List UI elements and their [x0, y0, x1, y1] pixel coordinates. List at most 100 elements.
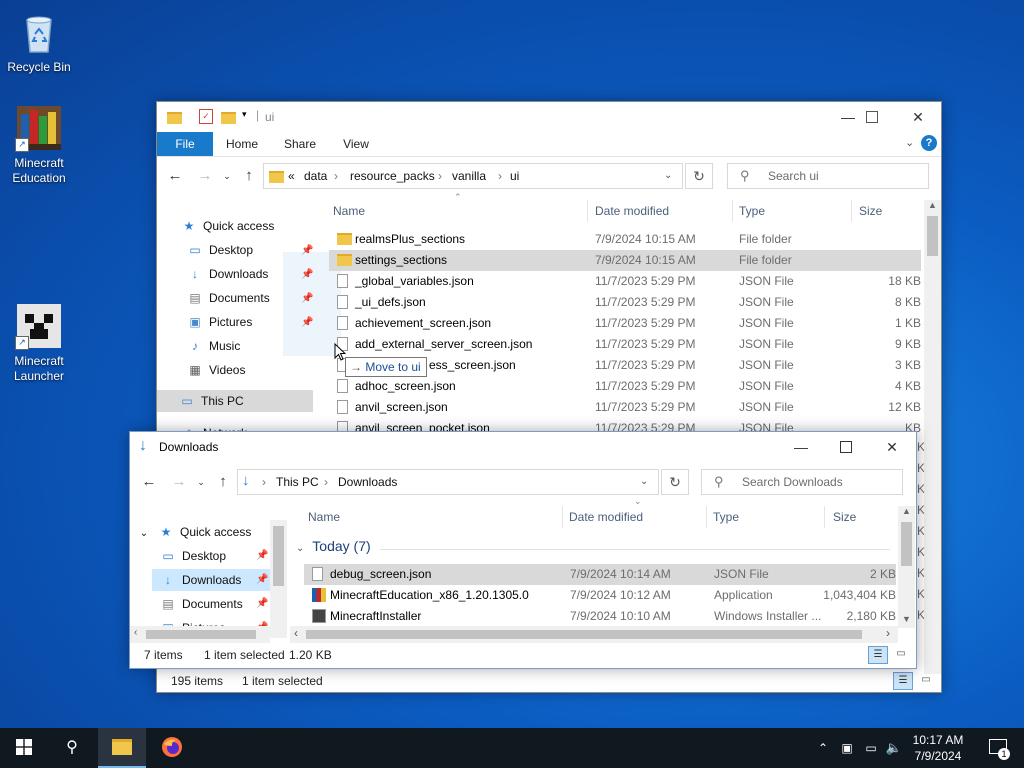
scroll-up-arrow-icon[interactable]: ▲	[928, 200, 937, 210]
tab-file[interactable]: File	[157, 132, 213, 156]
breadcrumb-vanilla[interactable]: vanilla	[452, 164, 486, 188]
scroll-right-arrow-icon[interactable]: ›	[886, 626, 890, 640]
search-box[interactable]: ⚲ Search Downloads	[701, 469, 903, 495]
new-folder-icon[interactable]	[221, 111, 236, 125]
help-icon[interactable]: ?	[921, 135, 937, 151]
breadcrumb-ui[interactable]: ui	[510, 164, 519, 188]
clock[interactable]: 10:17 AM 7/9/2024	[906, 728, 970, 768]
table-row[interactable]: MinecraftInstaller 7/9/2024 10:10 AM Windo…	[304, 606, 896, 627]
scroll-thumb[interactable]	[273, 526, 284, 586]
column-size[interactable]: Size	[859, 199, 882, 223]
desktop-icon-minecraft-launcher[interactable]: ↗ Minecraft Launcher	[1, 302, 77, 384]
address-dropdown-icon[interactable]: ⌄	[664, 164, 672, 188]
up-arrow-icon[interactable]: ↑	[239, 166, 259, 186]
explorer-window-downloads[interactable]: ↓ Downloads — ✕ ← → ⌄ ↑ ↓ › This PC › Do…	[129, 431, 917, 669]
scroll-thumb[interactable]	[146, 630, 256, 639]
search-input[interactable]: Search ui	[768, 164, 819, 188]
table-row[interactable]: _ui_defs.json 11/7/2023 5:29 PM JSON File 8…	[329, 292, 921, 313]
nav-downloads[interactable]: ↓ Downloads	[152, 569, 270, 591]
up-arrow-icon[interactable]: ↑	[213, 472, 233, 492]
nav-documents[interactable]: ▤ Documents	[160, 593, 242, 615]
maximize-button[interactable]	[823, 432, 869, 462]
nav-quick-access[interactable]: ★ Quick access	[181, 215, 275, 237]
quick-access-dropdown-icon[interactable]: ▾	[242, 109, 247, 120]
nav-this-pc[interactable]: ▭ This PC	[157, 390, 313, 412]
desktop-icon-recycle-bin[interactable]: Recycle Bin	[1, 8, 77, 75]
nav-downloads[interactable]: ↓ Downloads	[187, 263, 268, 285]
details-view-icon[interactable]: ☰	[868, 646, 888, 664]
breadcrumb-downloads[interactable]: Downloads	[338, 470, 397, 494]
table-row[interactable]: achievement_screen.json 11/7/2023 5:29 PM…	[329, 313, 921, 334]
scroll-left-arrow-icon[interactable]: ‹	[134, 627, 137, 638]
tab-view[interactable]: View	[333, 132, 379, 156]
refresh-button[interactable]: ↻	[685, 163, 713, 189]
table-row[interactable]: _global_variables.json 11/7/2023 5:29 PM J…	[329, 271, 921, 292]
table-row[interactable]: anvil_screen.json 11/7/2023 5:29 PM JSON F…	[329, 397, 921, 418]
column-date-modified[interactable]: Date modified	[595, 199, 669, 223]
recent-locations-chevron-icon[interactable]: ⌄	[217, 166, 237, 186]
table-row[interactable]: add_external_server_screen.json 11/7/2023…	[329, 334, 921, 355]
nav-desktop[interactable]: ▭ Desktop	[160, 545, 226, 567]
refresh-button[interactable]: ↻	[661, 469, 689, 495]
address-bar[interactable]: ↓ › This PC › Downloads ⌄	[237, 469, 659, 495]
back-arrow-icon[interactable]: ←	[139, 472, 159, 492]
vertical-scrollbar[interactable]: ▲	[924, 200, 941, 674]
volume-muted-icon[interactable]: 🔈	[884, 728, 904, 768]
details-view-icon[interactable]: ☰	[893, 672, 913, 690]
table-row[interactable]: realmsPlus_sections 7/9/2024 10:15 AM File…	[329, 229, 921, 250]
nav-music[interactable]: ♪ Music	[187, 335, 240, 357]
nav-videos[interactable]: ▦ Videos	[187, 359, 245, 381]
expand-ribbon-icon[interactable]: ⌄	[905, 136, 914, 149]
large-icons-view-icon[interactable]: ▭	[892, 646, 910, 662]
column-size[interactable]: Size	[833, 505, 856, 529]
forward-arrow-icon[interactable]: →	[195, 166, 215, 186]
scroll-thumb[interactable]	[901, 522, 912, 566]
search-box[interactable]: ⚲ Search ui	[727, 163, 929, 189]
properties-icon[interactable]: ✓	[199, 109, 213, 124]
search-input[interactable]: Search Downloads	[742, 470, 843, 494]
breadcrumb-resource-packs[interactable]: resource_packs	[350, 164, 435, 188]
start-button[interactable]	[0, 728, 48, 768]
taskbar-firefox[interactable]	[148, 728, 196, 768]
address-dropdown-icon[interactable]: ⌄	[640, 470, 648, 494]
maximize-button[interactable]	[849, 102, 895, 132]
scroll-thumb[interactable]	[306, 630, 862, 639]
taskbar-file-explorer[interactable]	[98, 728, 146, 768]
column-date-modified[interactable]: Date modified	[569, 505, 643, 529]
column-name[interactable]: Name	[333, 199, 365, 223]
tab-share[interactable]: Share	[277, 132, 323, 156]
breadcrumb-this-pc[interactable]: This PC	[276, 470, 319, 494]
nav-desktop[interactable]: ▭ Desktop	[187, 239, 253, 261]
breadcrumb-data[interactable]: data	[304, 164, 327, 188]
table-row[interactable]: MinecraftEducation_x86_1.20.1305.0 7/9/20…	[304, 585, 896, 606]
desktop-icon-minecraft-education[interactable]: ↗ Minecraft Education	[1, 104, 77, 186]
forward-arrow-icon[interactable]: →	[169, 472, 189, 492]
table-row[interactable]: debug_screen.json 7/9/2024 10:14 AM JSON F…	[304, 564, 896, 585]
table-row[interactable]: adhoc_screen.json 11/7/2023 5:29 PM JSON F…	[329, 376, 921, 397]
network-icon[interactable]: ▭	[862, 728, 880, 768]
breadcrumb-overflow[interactable]: «	[288, 164, 295, 188]
nav-documents[interactable]: ▤ Documents	[187, 287, 269, 309]
nav-horizontal-scrollbar[interactable]: ‹	[130, 626, 270, 643]
vertical-scrollbar[interactable]: ▲ ▼	[898, 506, 915, 628]
recent-locations-chevron-icon[interactable]: ⌄	[191, 472, 211, 492]
title-bar[interactable]: ✓ ▾ | ui — ✕	[157, 102, 941, 132]
horizontal-scrollbar[interactable]: ‹ ›	[290, 626, 898, 643]
column-name[interactable]: Name	[308, 505, 340, 529]
show-hidden-icons-chevron-icon[interactable]: ⌃	[814, 728, 832, 768]
close-button[interactable]: ✕	[895, 102, 941, 132]
nav-pictures[interactable]: ▣Pictures	[187, 311, 252, 333]
back-arrow-icon[interactable]: ←	[165, 166, 185, 186]
table-row[interactable]: settings_sections 7/9/2024 10:15 AM File f…	[329, 250, 921, 271]
column-type[interactable]: Type	[739, 199, 765, 223]
meet-now-icon[interactable]: ▣	[838, 728, 856, 768]
close-button[interactable]: ✕	[869, 432, 915, 462]
address-bar[interactable]: « data › resource_packs › vanilla › ui ⌄	[263, 163, 683, 189]
nav-vertical-scrollbar[interactable]	[270, 520, 287, 638]
scroll-down-arrow-icon[interactable]: ▼	[902, 614, 911, 624]
tab-home[interactable]: Home	[219, 132, 265, 156]
minimize-button[interactable]: —	[778, 432, 824, 462]
scroll-thumb[interactable]	[927, 216, 938, 256]
group-header-today[interactable]: ⌄ Today (7)	[296, 538, 371, 554]
action-center-button[interactable]: 1	[978, 728, 1018, 768]
